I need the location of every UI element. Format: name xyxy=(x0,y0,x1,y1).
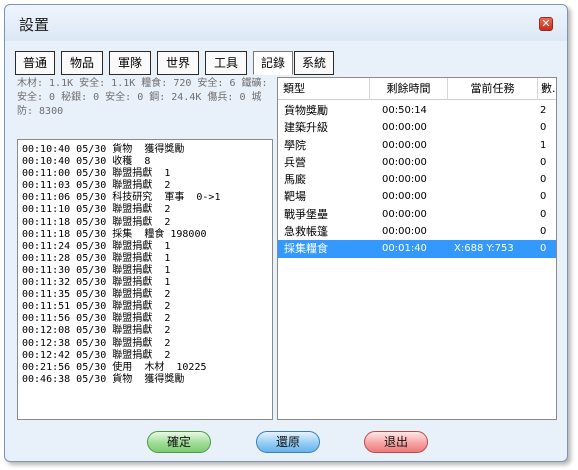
tab-log[interactable]: 記錄 xyxy=(253,51,293,75)
log-entry: 00:12:38 05/30 聯盟捐獻 2 xyxy=(22,337,171,349)
cell-remaining: 00:00:00 xyxy=(382,174,427,186)
cell-type: 靶場 xyxy=(284,190,306,204)
cell-type: 學院 xyxy=(284,138,306,152)
table-row[interactable]: 戰爭堡壘 00:00:00 0 xyxy=(278,206,556,223)
cell-type: 貨物獎勵 xyxy=(284,104,328,117)
table-row[interactable]: 建築升級 00:00:00 0 xyxy=(278,119,556,136)
table-row[interactable]: 急救帳篷 00:00:00 0 xyxy=(278,223,556,240)
log-entry: 00:12:08 05/30 聯盟捐獻 2 xyxy=(22,325,171,337)
table-row[interactable]: 貨物獎勵 00:50:14 2 xyxy=(278,102,556,119)
cell-remaining: 00:00:00 xyxy=(382,226,427,238)
log-entry: 00:11:18 05/30 採集 糧食 198000 xyxy=(22,228,207,240)
column-header-count[interactable]: 數.. xyxy=(538,78,556,100)
settings-dialog: 設置 ✕ 普通 物品 軍隊 世界 工具 記錄 系統 木材: 1.1K 安全: 1… xyxy=(4,4,568,462)
cell-count: 2 xyxy=(540,105,547,116)
table-row[interactable]: 馬廄 00:00:00 0 xyxy=(278,171,556,188)
tab-tools[interactable]: 工具 xyxy=(205,51,247,75)
log-entry: 00:11:10 05/30 聯盟捐獻 2 xyxy=(22,204,171,216)
log-entry: 00:10:40 05/30 收穫 8 xyxy=(22,156,151,168)
log-entry: 00:21:56 05/30 使用 木材 10225 xyxy=(22,361,207,373)
log-entry: 00:11:35 05/30 聯盟捐獻 2 xyxy=(22,289,171,301)
task-table: 類型 剩餘時間 當前任務 數.. 貨物獎勵 00:50:14 2 建築升級 00… xyxy=(277,77,557,420)
resource-stats: 木材: 1.1K 安全: 1.1K 糧食: 720 安全: 6 鐵礦: 安全: … xyxy=(17,77,269,119)
cell-remaining: 00:00:00 xyxy=(382,156,427,168)
stats-line: 木材: 1.1K 安全: 1.1K 糧食: 720 安全: 6 鐵礦: xyxy=(17,78,268,89)
column-header-task[interactable]: 當前任務 xyxy=(448,78,538,100)
tab-general[interactable]: 普通 xyxy=(15,51,55,75)
cell-count: 0 xyxy=(540,191,547,203)
stats-line: 防: 8300 xyxy=(17,106,64,117)
log-entry: 00:11:56 05/30 聯盟捐獻 2 xyxy=(22,313,171,325)
cell-count: 1 xyxy=(540,139,547,151)
cell-type: 兵營 xyxy=(284,155,306,169)
ok-button[interactable]: 確定 xyxy=(147,431,211,453)
table-header: 類型 剩餘時間 當前任務 數.. xyxy=(278,78,556,100)
dialog-title: 設置 xyxy=(19,16,50,34)
close-icon[interactable]: ✕ xyxy=(539,17,553,31)
activity-log[interactable]: 00:10:40 05/30 貨物 獲得獎勵 00:10:40 05/30 收穫… xyxy=(17,139,273,420)
cell-count: 0 xyxy=(540,208,547,220)
cell-count: 0 xyxy=(540,174,547,186)
cell-count: 0 xyxy=(540,226,547,238)
column-header-type[interactable]: 類型 xyxy=(278,78,370,100)
table-row[interactable]: 靶場 00:00:00 0 xyxy=(278,188,556,205)
log-entry: 00:11:03 05/30 聯盟捐獻 2 xyxy=(22,180,171,192)
table-body: 貨物獎勵 00:50:14 2 建築升級 00:00:00 0 學院 00:00… xyxy=(278,102,556,258)
log-entry: 00:46:38 05/30 貨物 獲得獎勵 xyxy=(22,373,185,385)
stats-line: 安全: 0 秘銀: 0 安全: 0 鋼: 24.4K 傷兵: 0 城 xyxy=(17,92,262,103)
log-entry: 00:11:24 05/30 聯盟捐獻 1 xyxy=(22,240,171,252)
column-header-remaining[interactable]: 剩餘時間 xyxy=(370,78,448,100)
log-entry: 00:11:30 05/30 聯盟捐獻 1 xyxy=(22,264,171,276)
title-bar[interactable]: 設置 ✕ xyxy=(5,5,567,41)
cell-type: 急救帳篷 xyxy=(284,225,328,239)
table-row[interactable]: 兵營 00:00:00 0 xyxy=(278,154,556,171)
cell-remaining: 00:00:00 xyxy=(382,191,427,203)
cell-remaining: 00:00:00 xyxy=(382,208,427,220)
tab-items[interactable]: 物品 xyxy=(61,51,103,75)
log-entry: 00:11:18 05/30 聯盟捐獻 2 xyxy=(22,216,171,228)
table-row-selected[interactable]: 採集糧食 00:01:40 X:688 Y:753 0 xyxy=(278,240,556,258)
tab-army[interactable]: 軍隊 xyxy=(109,51,151,75)
cell-remaining: 00:01:40 xyxy=(382,243,427,255)
cell-type: 採集糧食 xyxy=(284,242,328,256)
log-entry: 00:11:51 05/30 聯盟捐獻 2 xyxy=(22,301,171,313)
cell-remaining: 00:50:14 xyxy=(382,105,427,116)
exit-button[interactable]: 退出 xyxy=(364,431,428,453)
cell-remaining: 00:00:00 xyxy=(382,122,427,134)
cell-type: 馬廄 xyxy=(284,173,306,187)
log-entry: 00:11:32 05/30 聯盟捐獻 1 xyxy=(22,277,171,289)
log-entry: 00:11:06 05/30 科技研究 軍事 0->1 xyxy=(22,192,221,204)
cell-count: 0 xyxy=(540,156,547,168)
log-entry: 00:11:28 05/30 聯盟捐獻 1 xyxy=(22,252,171,264)
cell-type: 建築升級 xyxy=(284,121,328,135)
cell-count: 0 xyxy=(540,243,547,255)
log-entry: 00:10:40 05/30 貨物 獲得獎勵 xyxy=(22,144,185,155)
restore-button[interactable]: 還原 xyxy=(256,431,320,453)
cell-task: X:688 Y:753 xyxy=(454,243,514,255)
tab-world[interactable]: 世界 xyxy=(157,51,199,75)
log-entry: 00:11:00 05/30 聯盟捐獻 1 xyxy=(22,168,171,180)
cell-type: 戰爭堡壘 xyxy=(284,207,328,221)
log-entry: 00:12:42 05/30 聯盟捐獻 2 xyxy=(22,349,171,361)
table-row[interactable]: 學院 00:00:00 1 xyxy=(278,137,556,154)
cell-remaining: 00:00:00 xyxy=(382,139,427,151)
cell-count: 0 xyxy=(540,122,547,134)
tab-system[interactable]: 系統 xyxy=(294,51,334,75)
